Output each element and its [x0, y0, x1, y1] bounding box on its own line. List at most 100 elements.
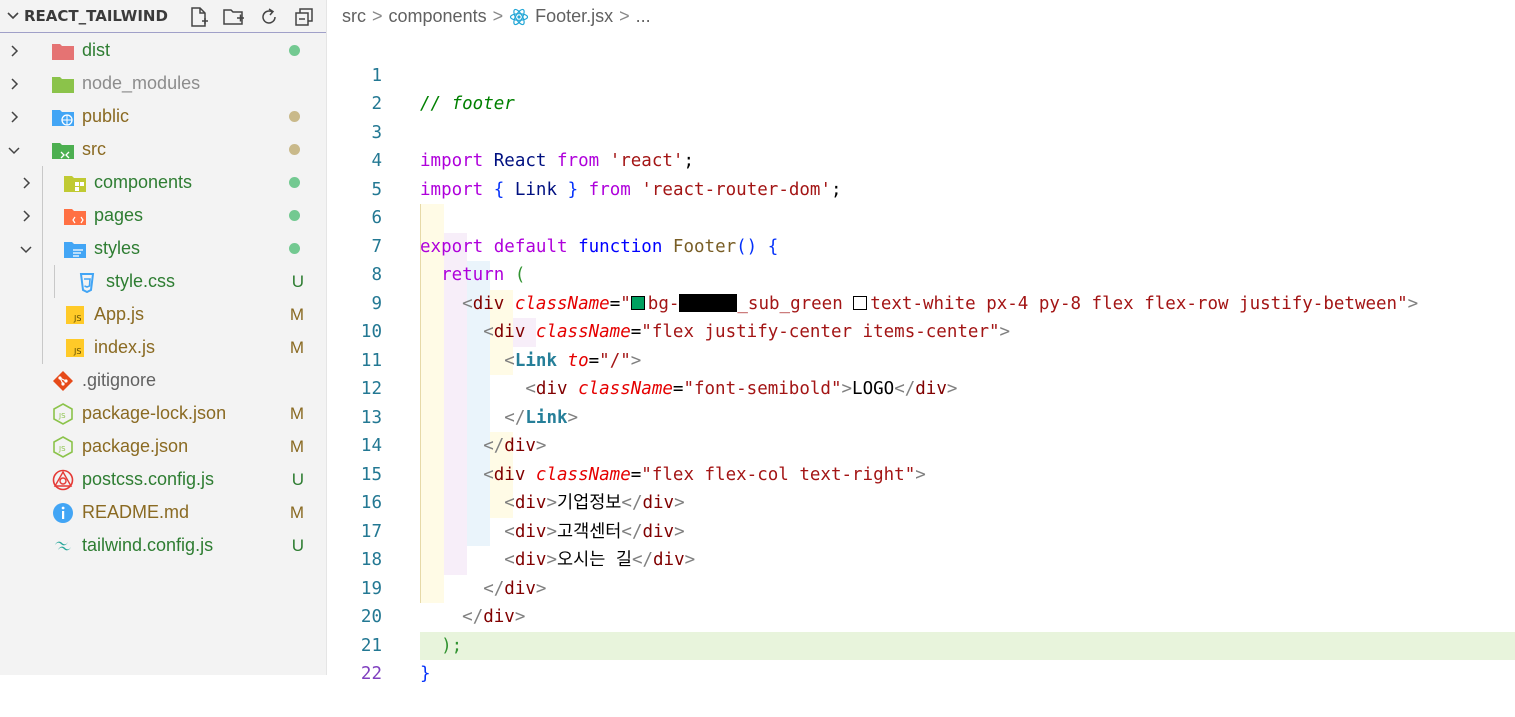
code-line[interactable]: 6 export default function Footer() { [328, 176, 1515, 257]
git-status-badge: M [289, 337, 304, 357]
tree-item-label: dist [82, 40, 111, 60]
tree-item-label: src [82, 139, 106, 159]
code-line-active[interactable]: 22 [328, 632, 1515, 684]
chevron-down-icon[interactable] [17, 232, 35, 265]
code-line[interactable]: 12 </Link> [328, 347, 1515, 428]
svg-text:JS: JS [73, 314, 81, 323]
code-line[interactable]: 4 import { Link } from 'react-router-dom… [328, 119, 1515, 200]
code-line[interactable]: 2 [328, 62, 1515, 114]
tree-item-src[interactable]: src [0, 133, 326, 166]
refresh-icon[interactable] [256, 4, 282, 30]
svg-text:JS: JS [58, 445, 66, 453]
code-editor[interactable]: 1 // footer 2 3 import React from 'react… [328, 33, 1515, 685]
svg-text:JS: JS [58, 412, 66, 420]
file-icon [50, 370, 76, 392]
tree-item-label: node_modules [82, 73, 201, 93]
folder-icon [50, 40, 76, 62]
collapse-all-icon[interactable] [291, 4, 317, 30]
tree-item-public[interactable]: public [0, 100, 326, 133]
chevron-right-icon[interactable] [5, 34, 23, 67]
tree-item-label: components [94, 172, 193, 192]
tree-item-styles[interactable]: styles [0, 232, 326, 265]
tree-item-label: style.css [106, 271, 176, 291]
git-status-dot [289, 111, 300, 122]
breadcrumb: src > components > Footer.jsx > ... [328, 0, 1515, 33]
tree-item-postcss-config-js[interactable]: postcss.config.js U [0, 463, 326, 496]
tree-item-label: App.js [94, 304, 145, 324]
tree-item-pages[interactable]: pages [0, 199, 326, 232]
git-status-dot [289, 177, 300, 188]
breadcrumb-symbols[interactable]: ... [636, 6, 651, 27]
tree-item-label: README.md [82, 502, 190, 522]
git-status-badge: U [291, 271, 304, 291]
code-line[interactable]: 18 </div> [328, 518, 1515, 599]
explorer-header[interactable]: REACT_TAILWIND [0, 0, 326, 33]
code-line[interactable]: 8 <div className=" bg- _sub_green text-whi… [328, 233, 1515, 314]
tree-item-label: index.js [94, 337, 156, 357]
tree-item-label: .gitignore [82, 370, 157, 390]
tree-item-package-json[interactable]: JS package.json M [0, 430, 326, 463]
git-status-dot [289, 45, 300, 56]
tree-item-label: postcss.config.js [82, 469, 215, 489]
file-icon [74, 271, 100, 293]
code-line[interactable]: 11 <div className="font-semibold">LOGO</… [328, 318, 1515, 400]
tree-indent-guide [42, 166, 43, 364]
tree-item-node-modules[interactable]: node_modules [0, 67, 326, 100]
breadcrumb-separator: > [492, 6, 504, 26]
chevron-down-icon[interactable] [2, 0, 24, 33]
git-status-dot [289, 243, 300, 254]
code-line[interactable]: 16 <div>고객센터</div> [328, 461, 1515, 542]
code-line[interactable]: 17 <div>오시는 길</div> [328, 489, 1515, 571]
chevron-right-icon[interactable] [17, 166, 35, 199]
breadcrumb-file[interactable]: Footer.jsx [535, 6, 613, 27]
code-line[interactable]: 5 [328, 147, 1515, 200]
breadcrumb-components[interactable]: components [389, 6, 487, 27]
bracket: } [420, 664, 431, 684]
code-line[interactable]: 21 } [328, 603, 1515, 685]
folder-icon [50, 106, 76, 128]
tree-item-tailwind-config-js[interactable]: tailwind.config.js U [0, 529, 326, 562]
code-line[interactable]: 15 <div>기업정보</div> [328, 432, 1515, 514]
code-line[interactable]: 19 </div> [328, 546, 1515, 628]
code-line[interactable]: 13 </div> [328, 375, 1515, 457]
git-status-badge: M [289, 304, 304, 324]
tree-item-label: public [82, 106, 130, 126]
folder-icon [50, 139, 76, 161]
explorer-actions [186, 4, 317, 30]
file-icon [50, 502, 76, 524]
git-status-badge: M [289, 502, 304, 522]
explorer-title: REACT_TAILWIND [24, 7, 168, 25]
file-icon [50, 535, 76, 557]
breadcrumb-src[interactable]: src [342, 6, 366, 27]
folder-icon [50, 73, 76, 95]
code-line[interactable]: 3 import React from 'react'; [328, 90, 1515, 172]
tree-item-components[interactable]: components [0, 166, 326, 199]
tree-item-package-lock-json[interactable]: JS package-lock.json M [0, 397, 326, 430]
chevron-down-icon[interactable] [5, 133, 23, 166]
chevron-right-icon[interactable] [17, 199, 35, 232]
tree-indent-guide [54, 265, 55, 298]
tree-item-index-js[interactable]: JS index.js M [0, 331, 326, 364]
code-line[interactable]: 10 <Link to="/"> [328, 290, 1515, 371]
new-file-icon[interactable] [186, 4, 212, 30]
code-line[interactable]: 1 // footer [328, 33, 1515, 115]
code-line[interactable]: 14 <div className="flex flex-col text-ri… [328, 404, 1515, 485]
new-folder-icon[interactable] [221, 4, 247, 30]
tree-item-gitignore[interactable]: .gitignore [0, 364, 326, 397]
tree-item-dist[interactable]: dist [0, 34, 326, 67]
file-icon: JS [62, 304, 88, 326]
chevron-right-icon[interactable] [5, 100, 23, 133]
git-status-dot [289, 210, 300, 221]
tree-item-label: pages [94, 205, 144, 225]
tree-item-label: styles [94, 238, 141, 258]
folder-icon [62, 172, 88, 194]
tree-item-app-js[interactable]: JS App.js M [0, 298, 326, 331]
tree-item-readme-md[interactable]: README.md M [0, 496, 326, 529]
svg-text:JS: JS [73, 347, 81, 356]
chevron-right-icon[interactable] [5, 67, 23, 100]
code-line[interactable]: 20 ); [328, 575, 1515, 656]
line-number: 22 [360, 664, 382, 684]
code-line[interactable]: 7 return ( [328, 204, 1515, 286]
tree-item-style-css[interactable]: style.css U [0, 265, 326, 298]
code-line[interactable]: 9 <div className="flex justify-center it… [328, 261, 1515, 343]
